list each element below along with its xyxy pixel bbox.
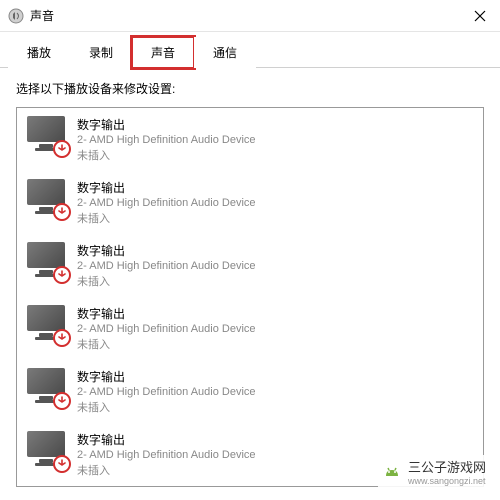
device-name: 数字输出	[77, 305, 256, 322]
device-name: 数字输出	[77, 116, 256, 133]
device-status: 未插入	[77, 147, 256, 163]
monitor-icon	[27, 179, 65, 205]
instruction-text: 选择以下播放设备来修改设置:	[16, 80, 484, 97]
device-item[interactable]: 数字输出 2- AMD High Definition Audio Device…	[17, 297, 483, 360]
unplugged-badge-icon	[53, 203, 71, 221]
close-button[interactable]	[460, 0, 500, 32]
watermark-text: 三公子游戏网	[408, 457, 486, 476]
device-status: 未插入	[77, 462, 256, 478]
monitor-icon	[27, 368, 65, 394]
close-icon	[474, 10, 486, 22]
device-icon	[27, 116, 67, 154]
unplugged-badge-icon	[53, 329, 71, 347]
device-status: 未插入	[77, 336, 256, 352]
monitor-icon	[27, 242, 65, 268]
watermark-icon	[382, 462, 402, 482]
window-title: 声音	[30, 7, 492, 24]
tab-sounds[interactable]: 声音	[132, 37, 194, 68]
device-description: 2- AMD High Definition Audio Device	[77, 134, 256, 146]
watermark-url: www.sangongzi.net	[408, 476, 486, 486]
device-icon	[27, 431, 67, 469]
tab-content: 选择以下播放设备来修改设置: 数字输出 2- AMD High Definiti…	[0, 68, 500, 499]
device-status: 未插入	[77, 399, 256, 415]
device-status: 未插入	[77, 210, 256, 226]
device-name: 数字输出	[77, 431, 256, 448]
device-status: 未插入	[77, 273, 256, 289]
device-name: 数字输出	[77, 179, 256, 196]
sound-icon	[8, 8, 24, 24]
device-name: 数字输出	[77, 242, 256, 259]
monitor-icon	[27, 116, 65, 142]
tab-communications[interactable]: 通信	[194, 37, 256, 68]
device-description: 2- AMD High Definition Audio Device	[77, 449, 256, 461]
device-name: 数字输出	[77, 368, 256, 385]
unplugged-badge-icon	[53, 266, 71, 284]
unplugged-badge-icon	[53, 140, 71, 158]
device-icon	[27, 242, 67, 280]
device-item[interactable]: 数字输出 2- AMD High Definition Audio Device…	[17, 234, 483, 297]
tab-playback[interactable]: 播放	[8, 37, 70, 68]
monitor-icon	[27, 305, 65, 331]
monitor-icon	[27, 431, 65, 457]
titlebar: 声音	[0, 0, 500, 32]
tab-bar: 播放 录制 声音 通信	[0, 32, 500, 68]
watermark: 三公子游戏网 www.sangongzi.net	[378, 455, 490, 488]
device-item[interactable]: 数字输出 2- AMD High Definition Audio Device…	[17, 360, 483, 423]
unplugged-badge-icon	[53, 455, 71, 473]
device-icon	[27, 179, 67, 217]
device-item[interactable]: 数字输出 2- AMD High Definition Audio Device…	[17, 108, 483, 171]
device-icon	[27, 368, 67, 406]
device-description: 2- AMD High Definition Audio Device	[77, 260, 256, 272]
device-description: 2- AMD High Definition Audio Device	[77, 197, 256, 209]
unplugged-badge-icon	[53, 392, 71, 410]
device-description: 2- AMD High Definition Audio Device	[77, 386, 256, 398]
tab-recording[interactable]: 录制	[70, 37, 132, 68]
device-icon	[27, 305, 67, 343]
device-list[interactable]: 数字输出 2- AMD High Definition Audio Device…	[16, 107, 484, 487]
device-description: 2- AMD High Definition Audio Device	[77, 323, 256, 335]
device-item[interactable]: 数字输出 2- AMD High Definition Audio Device…	[17, 171, 483, 234]
